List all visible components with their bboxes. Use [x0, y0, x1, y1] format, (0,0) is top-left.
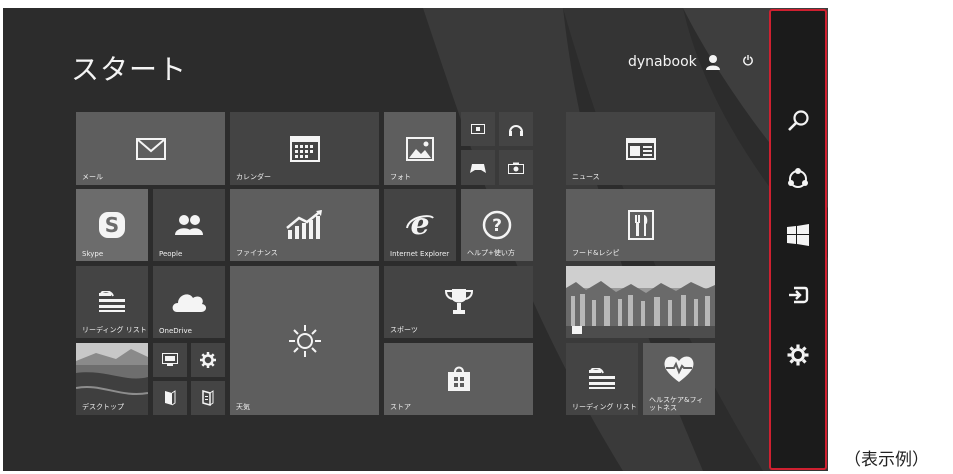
landscape-photo-image [566, 266, 715, 338]
mail-icon [135, 137, 166, 160]
tile-news[interactable]: ニュース [566, 112, 715, 185]
charm-settings[interactable] [771, 337, 825, 373]
book-icon [165, 390, 176, 406]
photos-icon [406, 136, 434, 161]
tile-calendar[interactable]: カレンダー [230, 112, 379, 185]
charm-start[interactable] [771, 217, 825, 253]
skype-icon: S [99, 212, 125, 238]
tile-mail[interactable]: メール [76, 112, 225, 185]
tile-games[interactable] [461, 150, 495, 185]
user-name: dynabook [628, 54, 697, 70]
computer-icon [162, 353, 178, 366]
video-icon [471, 124, 485, 134]
tile-desktop[interactable]: デスクトップ [76, 343, 148, 415]
help-icon: ? [482, 210, 512, 240]
internet-explorer-icon: e [406, 210, 434, 240]
gamepad-icon [470, 163, 486, 173]
windows-start-icon [787, 224, 809, 246]
page-title: スタート [71, 53, 188, 86]
user-avatar-icon [705, 55, 720, 70]
charm-share[interactable] [771, 161, 825, 197]
tile-settings[interactable] [191, 343, 225, 377]
tile-pc[interactable] [153, 343, 187, 377]
tile-label: リーディング リスト [82, 326, 147, 334]
tile-health[interactable]: ヘルスケア&フィットネス [643, 343, 715, 415]
svg-text:?: ? [492, 216, 502, 236]
tile-internet-explorer[interactable]: e Internet Explorer [384, 189, 456, 261]
settings-icon [787, 344, 809, 366]
heart-pulse-icon [664, 356, 694, 382]
charms-bar [769, 9, 827, 470]
tile-skype[interactable]: S Skype [76, 189, 148, 261]
sun-icon [288, 324, 321, 357]
search-icon [788, 110, 809, 131]
store-bag-icon [447, 366, 470, 391]
tile-label: People [159, 250, 183, 258]
share-icon [788, 168, 808, 188]
people-icon [175, 215, 203, 235]
start-screen: スタート dynabook メール カレンダー フォト ニュース S Skype… [3, 8, 828, 471]
tile-reading-list[interactable]: リーディング リスト [76, 266, 148, 338]
cloud-icon [172, 294, 207, 312]
tile-music[interactable] [499, 112, 533, 146]
power-icon[interactable] [742, 54, 754, 66]
tile-label: ヘルプ+使い方 [467, 249, 515, 257]
tile-label: ヘルスケア&フィットネス [649, 396, 704, 412]
reading-list-icon [589, 368, 615, 389]
charm-search[interactable] [771, 103, 825, 139]
tile-label: OneDrive [159, 327, 192, 335]
calendar-icon [289, 135, 320, 162]
devices-icon [789, 286, 809, 304]
camera-icon [508, 162, 524, 174]
tile-camera[interactable] [499, 150, 533, 185]
tile-weather[interactable]: 天気 [230, 266, 379, 415]
tile-label: 天気 [236, 403, 250, 411]
tile-sports[interactable]: スポーツ [384, 266, 533, 338]
tile-people[interactable]: People [153, 189, 225, 261]
tile-finance[interactable]: ファイナンス [230, 189, 379, 261]
document-icon [202, 390, 214, 406]
tile-label: メール [82, 173, 103, 181]
tile-label: ストア [390, 403, 411, 411]
tile-label: リーディング リスト [572, 403, 637, 411]
news-icon [625, 137, 656, 160]
headphones-icon [509, 125, 523, 136]
tile-reading-list-2[interactable]: リーディング リスト [566, 343, 638, 415]
tile-label: フード&レシピ [572, 249, 620, 257]
tile-documents[interactable] [191, 381, 225, 415]
tile-help[interactable]: ? ヘルプ+使い方 [461, 189, 533, 261]
tile-label: ファイナンス [236, 249, 278, 257]
tile-label: フォト [390, 173, 411, 181]
finance-chart-icon [285, 210, 322, 239]
tile-label: デスクトップ [82, 403, 124, 411]
svg-text:e: e [410, 210, 429, 240]
tile-label: ニュース [572, 173, 600, 181]
tile-onedrive[interactable]: OneDrive [153, 266, 225, 338]
tile-label: Internet Explorer [390, 250, 450, 258]
example-caption: （表示例） [844, 450, 929, 470]
tile-label: Skype [82, 250, 104, 258]
trophy-icon [444, 289, 473, 314]
tile-landscape-photo[interactable] [566, 266, 715, 338]
tile-label: スポーツ [390, 326, 418, 334]
tile-photos[interactable]: フォト [384, 112, 456, 185]
tile-reader[interactable] [153, 381, 187, 415]
tile-video[interactable] [461, 112, 495, 146]
tile-store[interactable]: ストア [384, 343, 533, 415]
tile-label: カレンダー [236, 173, 271, 181]
svg-text:S: S [105, 213, 119, 237]
user-account[interactable]: dynabook [628, 54, 721, 70]
reading-list-icon [99, 291, 125, 312]
tile-food[interactable]: フード&レシピ [566, 189, 715, 261]
charm-devices[interactable] [771, 277, 825, 313]
gear-icon [200, 352, 216, 368]
food-utensils-icon [627, 210, 654, 240]
